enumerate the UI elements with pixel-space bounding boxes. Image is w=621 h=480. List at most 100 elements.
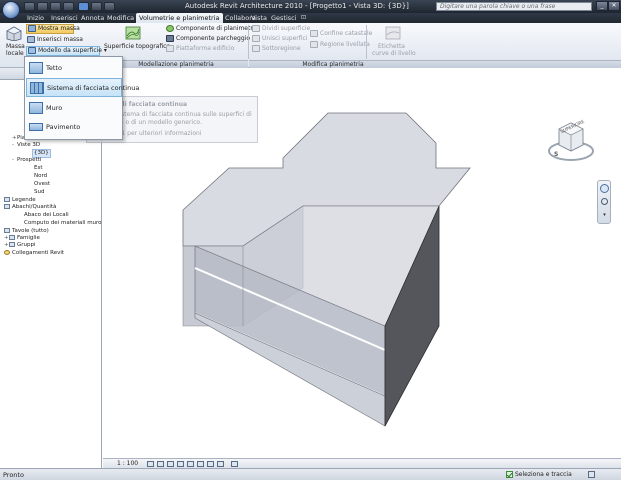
tab-volumetrie-planimetria[interactable]: Volumetrie e planimetria: [136, 13, 223, 23]
componente-planimetria-button[interactable]: Componente di planimetria: [166, 25, 258, 33]
group-icon: [9, 242, 15, 247]
select-track-label: Seleziona e traccia: [515, 471, 572, 478]
menu-item-tetto[interactable]: Tetto: [26, 59, 122, 78]
tree-item[interactable]: Est: [34, 165, 43, 172]
qat-dropdown-icon[interactable]: [104, 2, 115, 11]
tab-gestisci[interactable]: Gestisci: [268, 13, 300, 23]
property-line-icon: [310, 30, 318, 37]
menu-item-pavimento[interactable]: Pavimento: [26, 118, 122, 137]
tree-item-label: Nord: [34, 173, 48, 179]
tab-annota[interactable]: Annota: [78, 13, 107, 23]
tree-icon: [166, 25, 174, 32]
select-track-toggle[interactable]: Seleziona e traccia: [506, 471, 572, 479]
contour-label-icon: [385, 26, 401, 40]
curtain-system-icon: [30, 82, 44, 94]
detail-level-icon[interactable]: [147, 461, 154, 467]
superficie-topografica-label: Superficie topografica: [104, 43, 171, 50]
tab-vista[interactable]: Vista: [248, 13, 270, 23]
inserisci-massa-label: Inserisci massa: [37, 36, 83, 43]
shadows-icon[interactable]: [177, 461, 184, 467]
search-input[interactable]: Digitare una parola chiave o una frase: [436, 2, 592, 11]
tree-item[interactable]: Legende: [4, 197, 36, 204]
chevron-down-icon[interactable]: ▾: [600, 213, 609, 218]
tab-modifica[interactable]: Modifica: [104, 13, 137, 23]
superficie-topografica-button[interactable]: Superficie topografica: [104, 25, 170, 59]
etichetta-curve-button[interactable]: Etichetta curve di livello: [372, 25, 416, 59]
sottoregione-button[interactable]: Sottoregione: [252, 45, 301, 53]
filter-icon[interactable]: [588, 471, 595, 478]
status-bar: Pronto Seleziona e traccia: [0, 468, 621, 480]
sun-path-icon[interactable]: [167, 461, 174, 467]
application-menu-button[interactable]: [2, 1, 20, 19]
temporary-hide-icon[interactable]: [207, 461, 214, 467]
tree-item[interactable]: + Famiglie: [4, 235, 40, 242]
schedule-icon: [4, 204, 10, 209]
tree-item[interactable]: Nord: [34, 173, 47, 180]
menu-item-muro[interactable]: Muro: [26, 99, 122, 118]
massa-locale-label-2: locale: [6, 50, 24, 57]
ribbon-tabs: Inizio Inserisci Annota Modifica Volumet…: [0, 13, 621, 23]
unisci-superfici-button[interactable]: Unisci superfici: [252, 35, 308, 43]
crop-view-icon[interactable]: [187, 461, 194, 467]
parking-icon: [166, 35, 174, 42]
componente-parcheggio-button[interactable]: Componente parcheggio: [166, 35, 250, 43]
tab-inserisci[interactable]: Inserisci: [48, 13, 81, 23]
tree-item-label: {3D}: [34, 150, 49, 156]
compass-south-label: S: [554, 151, 559, 158]
modello-superficie-button[interactable]: Modello da superficie ▾: [26, 46, 107, 56]
modello-superficie-icon: [28, 47, 36, 54]
roof-icon: [29, 62, 43, 74]
reveal-hidden-icon[interactable]: [217, 461, 224, 467]
merge-surfaces-icon: [252, 35, 260, 42]
zoom-icon[interactable]: [601, 198, 608, 205]
inserisci-massa-icon: [27, 36, 35, 43]
checkmark-icon: [506, 471, 513, 478]
view-scale[interactable]: 1 : 100: [117, 460, 138, 468]
tree-item[interactable]: Abachi/Quantità: [4, 204, 56, 211]
panel-label-modellazione: Modellazione planimetria: [104, 60, 248, 68]
tree-item[interactable]: Sud: [34, 189, 44, 196]
subregion-icon: [252, 45, 260, 52]
close-icon[interactable]: ✕: [608, 1, 620, 11]
tree-item-label: Collegamenti Revit: [12, 250, 65, 256]
ribbon-minimize-icon[interactable]: ⊡: [298, 13, 309, 23]
save-icon[interactable]: [37, 2, 48, 11]
measure-icon[interactable]: [91, 2, 102, 11]
tree-item[interactable]: Collegamenti Revit: [4, 250, 64, 257]
modello-superficie-label: Modello da superficie: [38, 47, 102, 54]
sottoregione-label: Sottoregione: [262, 45, 301, 52]
redo-icon[interactable]: [63, 2, 74, 11]
tree-item[interactable]: + Gruppi: [4, 242, 36, 249]
menu-item-label: Tetto: [46, 64, 62, 72]
undo-icon[interactable]: [50, 2, 61, 11]
piattaforma-edificio-label: Piattaforma edificio: [176, 45, 235, 52]
tree-item[interactable]: Ovest: [34, 181, 50, 188]
show-crop-icon[interactable]: [197, 461, 204, 467]
piattaforma-edificio-button[interactable]: Piattaforma edificio: [166, 45, 234, 53]
open-icon[interactable]: [24, 2, 35, 11]
confine-catastale-button[interactable]: Confine catastale: [310, 30, 372, 38]
mostra-massa-button[interactable]: Mostra massa: [26, 24, 80, 34]
tab-inizio[interactable]: Inizio: [24, 13, 47, 23]
viewcube[interactable]: SUPERIORE S: [540, 115, 602, 167]
tree-item[interactable]: Tavole (tutto): [4, 228, 49, 235]
dividi-superficie-label: Dividi superficie: [262, 25, 311, 32]
massa-locale-button[interactable]: Massa locale: [3, 25, 25, 59]
visual-style-icon[interactable]: [157, 461, 164, 467]
tree-item-label: Sud: [34, 189, 45, 195]
menu-item-sistema-facciata[interactable]: Sistema di facciata continua: [26, 78, 139, 97]
dividi-superficie-button[interactable]: Dividi superficie: [252, 25, 310, 33]
inserisci-massa-button[interactable]: Inserisci massa: [27, 36, 83, 44]
tree-item[interactable]: Abaco dei Locali: [24, 212, 69, 219]
building-pad-icon: [166, 45, 174, 52]
tree-item[interactable]: - Viste 3D: [12, 142, 40, 149]
topography-icon: [125, 26, 141, 40]
tree-item[interactable]: - Prospetti: [12, 157, 41, 164]
modify-icon[interactable]: [78, 2, 89, 11]
scroll-icon[interactable]: [231, 461, 238, 467]
tree-item[interactable]: Computo dei materiali muro: [24, 220, 102, 227]
regione-livellata-button[interactable]: Regione livellata: [310, 41, 370, 49]
graded-region-icon: [310, 41, 318, 48]
minimize-icon[interactable]: _: [596, 1, 608, 11]
steering-wheel-icon[interactable]: [600, 184, 609, 193]
